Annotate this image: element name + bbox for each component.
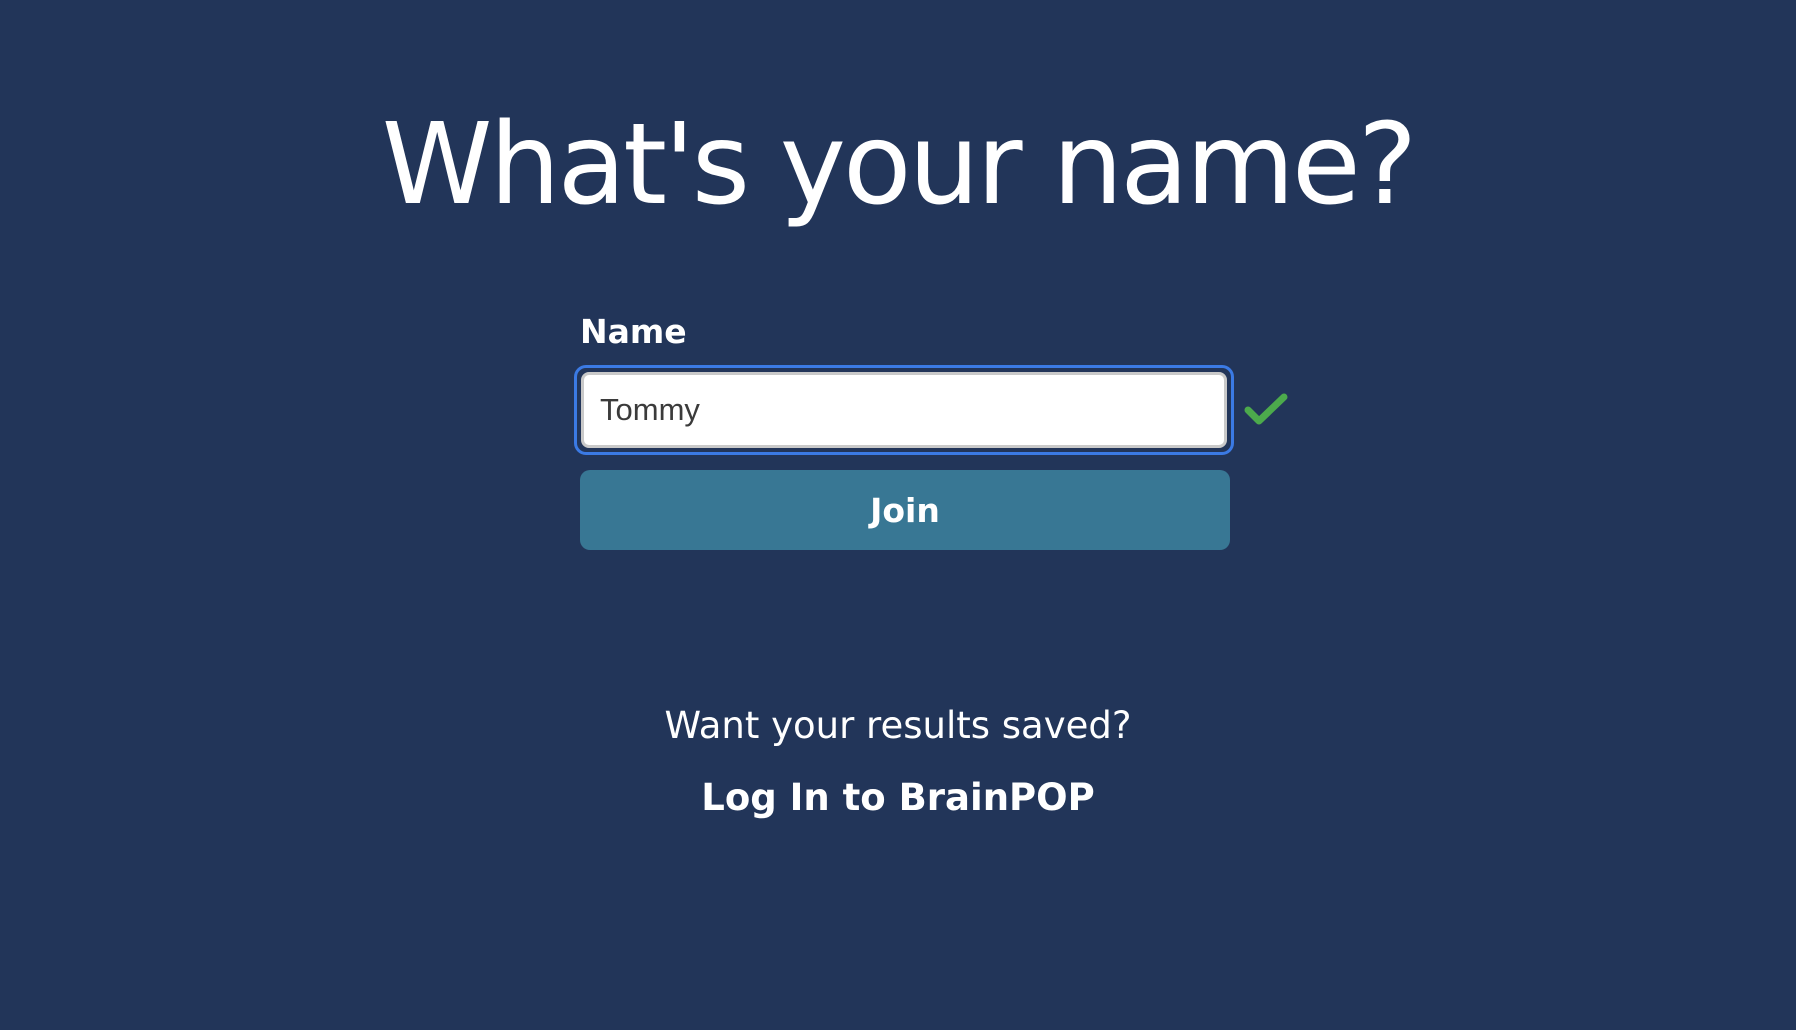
check-icon [1244,393,1288,425]
name-form: Name Join [574,310,1288,550]
join-button[interactable]: Join [580,470,1230,550]
save-results-prompt: Want your results saved? [664,704,1132,747]
name-input-focus-ring [574,365,1234,455]
page-title: What's your name? [381,100,1418,230]
name-input[interactable] [581,372,1227,448]
login-link[interactable]: Log In to BrainPOP [0,772,1796,824]
name-label: Name [580,312,687,351]
join-page: What's your name? Name Join Want your re… [0,0,1796,1030]
